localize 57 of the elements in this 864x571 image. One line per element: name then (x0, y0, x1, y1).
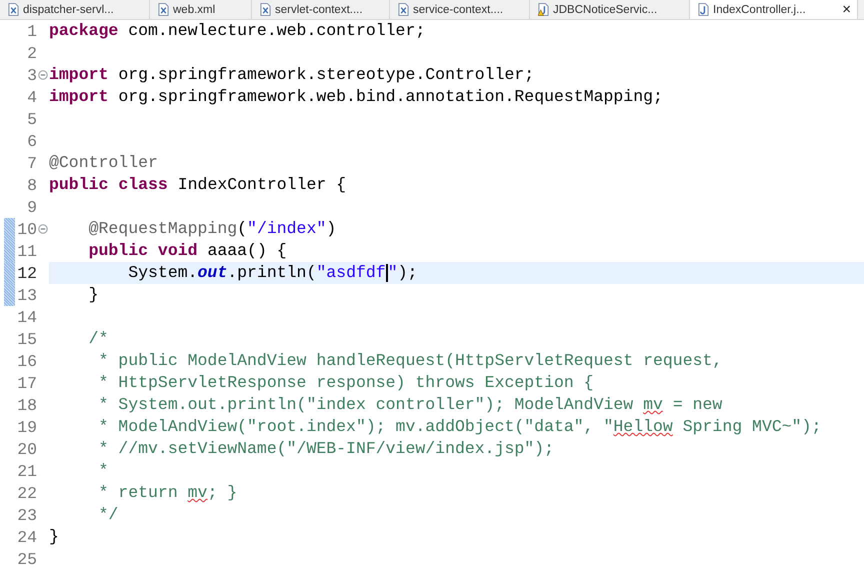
code-line: import org.springframework.stereotype.Controller; (49, 64, 536, 86)
line-number: 1 (26, 22, 37, 40)
line-number: 9 (26, 198, 37, 216)
code-line: } (49, 526, 60, 548)
line-number: 10 (16, 220, 37, 238)
line-number: 19 (16, 418, 37, 436)
code-line: @RequestMapping("/index") (88, 218, 338, 240)
line-number: 7 (26, 154, 37, 172)
line-number: 17 (16, 374, 37, 392)
xml-file-icon (8, 3, 19, 16)
line-number: 15 (16, 330, 37, 348)
line-number: 16 (16, 352, 37, 370)
code-line: package com.newlecture.web.controller; (49, 20, 426, 42)
java-file-icon (698, 3, 709, 16)
line-number: 24 (16, 528, 37, 546)
line-number: 22 (16, 484, 37, 502)
line-number: 25 (16, 550, 37, 568)
editor-tab[interactable]: IndexController.j... × (690, 0, 858, 19)
code-line: public class IndexController { (49, 174, 348, 196)
xml-file-icon (398, 3, 409, 16)
line-number: 8 (26, 176, 37, 194)
line-number: 6 (26, 132, 37, 150)
code-line: @Controller (49, 152, 159, 174)
code-line: } (88, 284, 100, 306)
code-line: * return mv; } (98, 482, 238, 504)
line-number: 14 (16, 308, 37, 326)
code-line: public void aaaa() { (88, 240, 288, 262)
code-line: * ModelAndView("root.index"); mv.addObject("data", "Hellow Spring MVC~"); (98, 416, 822, 438)
editor-tab[interactable]: dispatcher-servl... (0, 0, 150, 19)
code-line: * HttpServletResponse response) throws Exception { (98, 372, 595, 394)
java-warning-file-icon (538, 3, 549, 16)
line-number: 23 (16, 506, 37, 524)
line-number: 21 (16, 462, 37, 480)
line-number: 18 (16, 396, 37, 414)
line-number: 13 (16, 286, 37, 304)
xml-file-icon (260, 3, 271, 16)
line-number: 3 (26, 66, 37, 84)
code-line: import org.springframework.web.bind.annotation.RequestMapping; (49, 86, 664, 108)
editor-tab[interactable]: servlet-context.... (252, 0, 390, 19)
editor-tab[interactable]: web.xml (150, 0, 252, 19)
editor-tab[interactable]: service-context.... (390, 0, 530, 19)
line-number: 12 (16, 264, 37, 282)
code-line: * (98, 460, 110, 482)
line-number: 5 (26, 110, 37, 128)
close-button[interactable]: × (842, 2, 851, 17)
fold-icon[interactable] (38, 70, 48, 80)
xml-file-icon (158, 3, 169, 16)
line-number: 11 (16, 242, 37, 260)
line-number: 4 (26, 88, 37, 106)
line-number: 2 (26, 44, 37, 62)
code-line: */ (98, 504, 120, 526)
code-line: * public ModelAndView handleRequest(HttpServletRequest request, (98, 350, 724, 372)
code-line: * System.out.println("index controller"); ModelAndView mv = new (98, 394, 724, 416)
code-line: /* (88, 328, 110, 350)
fold-icon[interactable] (38, 224, 48, 234)
code-line: * //mv.setViewName("/WEB-INF/view/index.jsp"); (98, 438, 555, 460)
line-number: 20 (16, 440, 37, 458)
